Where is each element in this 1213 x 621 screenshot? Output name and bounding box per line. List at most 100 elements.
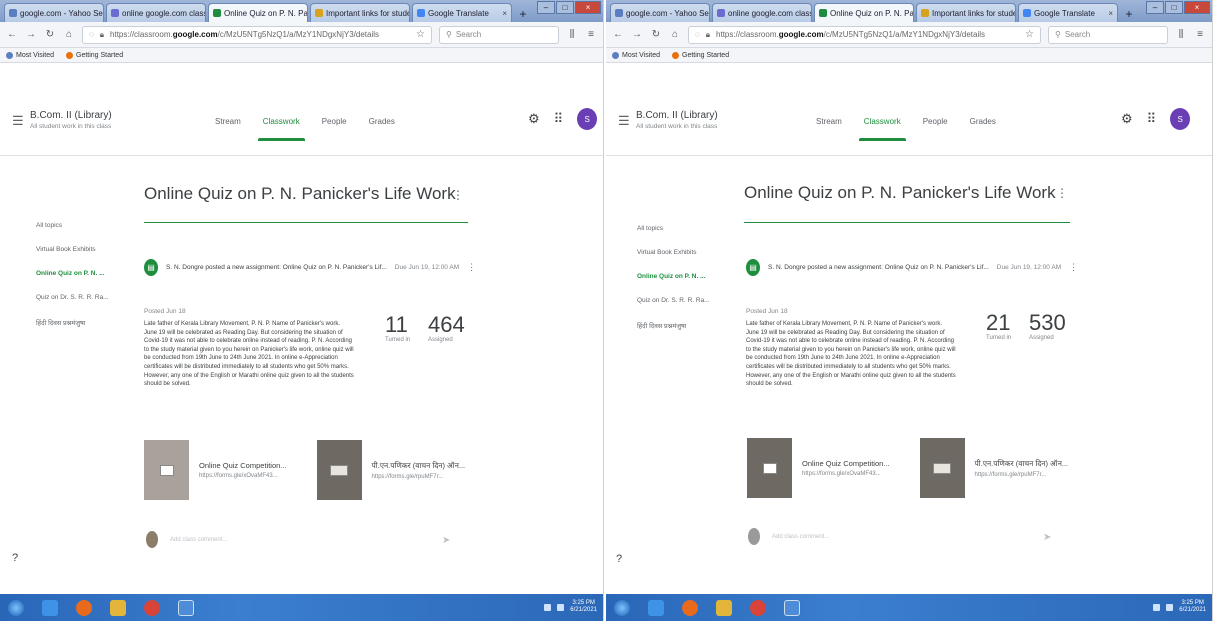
topic-item[interactable]: हिंदी दिवस प्रश्नमंजुषा bbox=[637, 321, 710, 345]
browser-tab-active[interactable]: Online Quiz on P. N. Panicker× bbox=[208, 3, 308, 22]
close-window-button[interactable]: × bbox=[1184, 1, 1210, 14]
avatar[interactable]: S bbox=[577, 108, 598, 130]
assigned-stat[interactable]: 464 Assigned bbox=[428, 313, 465, 344]
photos-icon[interactable] bbox=[784, 599, 800, 616]
internet-explorer-icon[interactable] bbox=[42, 599, 58, 616]
bookmark-most-visited[interactable]: Most Visited bbox=[612, 51, 660, 59]
internet-explorer-icon[interactable] bbox=[648, 599, 664, 616]
attachment-card[interactable]: पी.एन.पणिकर (वाचन दिन) ऑन... https://form… bbox=[316, 440, 465, 500]
minimize-button[interactable]: – bbox=[537, 1, 555, 14]
apps-icon[interactable]: ⠿ bbox=[554, 111, 564, 127]
attachment-card[interactable]: Online Quiz Competition... https://forms.… bbox=[747, 438, 890, 498]
help-icon[interactable]: ? bbox=[616, 553, 622, 565]
new-tab-button[interactable]: + bbox=[514, 5, 532, 22]
browser-tab[interactable]: google.com - Yahoo Search× bbox=[610, 3, 710, 22]
close-icon[interactable]: × bbox=[502, 9, 507, 18]
turned-in-stat[interactable]: 21 Turned in bbox=[986, 311, 1011, 342]
start-button[interactable] bbox=[8, 599, 24, 616]
bookmark-star-icon[interactable]: ☆ bbox=[416, 29, 425, 40]
back-icon[interactable]: ← bbox=[612, 29, 624, 40]
more-vert-icon[interactable]: ⋮ bbox=[1069, 262, 1078, 273]
menu-icon[interactable]: ≡ bbox=[1194, 29, 1206, 40]
browser-tab[interactable]: online google.com classroom× bbox=[106, 3, 206, 22]
bookmark-getting-started[interactable]: Getting Started bbox=[66, 51, 123, 59]
send-icon[interactable]: ➤ bbox=[1043, 532, 1051, 543]
forward-icon[interactable]: → bbox=[25, 29, 37, 40]
home-icon[interactable]: ⌂ bbox=[669, 29, 681, 40]
settings-icon[interactable]: ⚙ bbox=[528, 111, 540, 127]
tab-stream[interactable]: Stream bbox=[816, 117, 842, 141]
clock[interactable]: 3:25 PM 6/21/2021 bbox=[1179, 600, 1206, 614]
topic-item[interactable]: Virtual Book Exhibits bbox=[36, 246, 109, 270]
more-vert-icon[interactable]: ⋮ bbox=[467, 262, 476, 273]
avatar[interactable]: S bbox=[1170, 108, 1191, 130]
library-icon[interactable]: ⫼ bbox=[566, 29, 578, 40]
more-vert-icon[interactable]: ⋮ bbox=[452, 188, 464, 202]
topic-item-selected[interactable]: Online Quiz on P. N. ... bbox=[637, 273, 710, 297]
firefox-icon[interactable] bbox=[76, 599, 92, 616]
class-title[interactable]: B.Com. II (Library) bbox=[636, 110, 718, 121]
url-bar[interactable]: ◌ 🔒︎ https://classroom. google.com/c/MzU5… bbox=[688, 25, 1041, 44]
menu-icon[interactable]: ≡ bbox=[585, 29, 597, 40]
comment-box[interactable]: Add class comment... bbox=[146, 531, 227, 548]
home-icon[interactable]: ⌂ bbox=[63, 29, 75, 40]
network-icon[interactable] bbox=[544, 603, 552, 611]
send-icon[interactable]: ➤ bbox=[442, 535, 450, 546]
hamburger-menu-icon[interactable]: ☰ bbox=[12, 113, 24, 129]
close-icon[interactable]: × bbox=[1108, 9, 1113, 18]
comment-box[interactable]: Add class comment... bbox=[748, 528, 829, 545]
topic-item[interactable]: Quiz on Dr. S. R. R. Ra... bbox=[36, 294, 109, 318]
hamburger-menu-icon[interactable]: ☰ bbox=[618, 113, 630, 129]
browser-tab[interactable]: Google Translate × bbox=[412, 3, 512, 22]
start-button[interactable] bbox=[614, 599, 630, 616]
tab-classwork[interactable]: Classwork bbox=[858, 117, 906, 141]
browser-tab-active[interactable]: Online Quiz on P. N. Panicker× bbox=[814, 3, 914, 22]
tab-grades[interactable]: Grades bbox=[970, 117, 996, 141]
apps-icon[interactable]: ⠿ bbox=[1147, 111, 1157, 127]
topic-item[interactable]: All topics bbox=[637, 225, 710, 249]
search-input[interactable]: ⚲ Search bbox=[439, 25, 559, 44]
browser-tab[interactable]: google.com - Yahoo Search× bbox=[4, 3, 104, 22]
maximize-button[interactable]: □ bbox=[1165, 1, 1183, 14]
turned-in-stat[interactable]: 11 Turned in bbox=[385, 313, 410, 344]
browser-tab[interactable]: Important links for students× bbox=[916, 3, 1016, 22]
clock[interactable]: 3:25 PM 6/21/2021 bbox=[570, 600, 597, 614]
browser-tab[interactable]: Important links for students× bbox=[310, 3, 410, 22]
tab-stream[interactable]: Stream bbox=[215, 117, 241, 141]
library-icon[interactable]: ⫼ bbox=[1175, 29, 1187, 40]
topic-item[interactable]: Quiz on Dr. S. R. R. Ra... bbox=[637, 297, 710, 321]
url-bar[interactable]: ◌ 🔒︎ https://classroom. google.com/c/MzU5… bbox=[82, 25, 432, 44]
file-explorer-icon[interactable] bbox=[716, 599, 732, 616]
topic-item[interactable]: Virtual Book Exhibits bbox=[637, 249, 710, 273]
assigned-stat[interactable]: 530 Assigned bbox=[1029, 311, 1066, 342]
new-tab-button[interactable]: + bbox=[1120, 5, 1138, 22]
browser-tab[interactable]: online google.com classroom× bbox=[712, 3, 812, 22]
network-icon[interactable] bbox=[1153, 603, 1161, 611]
reload-icon[interactable]: ↻ bbox=[650, 29, 662, 40]
chrome-icon[interactable] bbox=[750, 599, 766, 616]
bookmark-most-visited[interactable]: Most Visited bbox=[6, 51, 54, 59]
class-title[interactable]: B.Com. II (Library) bbox=[30, 110, 112, 121]
minimize-button[interactable]: – bbox=[1146, 1, 1164, 14]
attachment-card[interactable]: Online Quiz Competition... https://forms.… bbox=[144, 440, 287, 500]
volume-icon[interactable] bbox=[557, 603, 565, 611]
maximize-button[interactable]: □ bbox=[556, 1, 574, 14]
forward-icon[interactable]: → bbox=[631, 29, 643, 40]
settings-icon[interactable]: ⚙ bbox=[1121, 111, 1133, 127]
topic-item[interactable]: हिंदी दिवस प्रश्नमंजुषा bbox=[36, 318, 109, 342]
topic-item-selected[interactable]: Online Quiz on P. N. ... bbox=[36, 270, 109, 294]
tab-grades[interactable]: Grades bbox=[369, 117, 395, 141]
help-icon[interactable]: ? bbox=[12, 552, 18, 564]
browser-tab[interactable]: Google Translate × bbox=[1018, 3, 1118, 22]
bookmark-star-icon[interactable]: ☆ bbox=[1025, 29, 1034, 40]
back-icon[interactable]: ← bbox=[6, 29, 18, 40]
photos-icon[interactable] bbox=[178, 599, 194, 616]
topic-item[interactable]: All topics bbox=[36, 222, 109, 246]
firefox-icon[interactable] bbox=[682, 599, 698, 616]
more-vert-icon[interactable]: ⋮ bbox=[1056, 186, 1068, 200]
chrome-icon[interactable] bbox=[144, 599, 160, 616]
file-explorer-icon[interactable] bbox=[110, 599, 126, 616]
close-window-button[interactable]: × bbox=[575, 1, 601, 14]
reload-icon[interactable]: ↻ bbox=[44, 29, 56, 40]
tab-people[interactable]: People bbox=[923, 117, 948, 141]
